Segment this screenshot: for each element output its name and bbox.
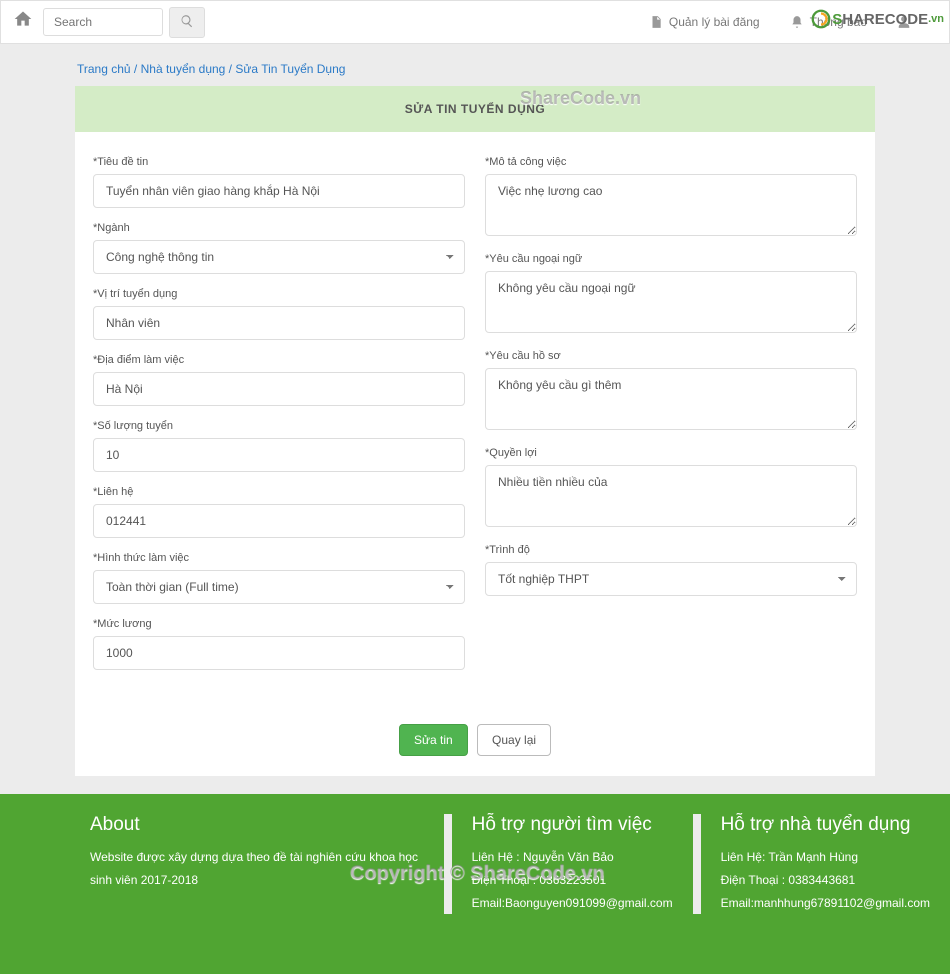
- employer-email: Email:manhhung67891102@gmail.com: [721, 892, 930, 915]
- right-column: *Mô tả công việc Việc nhẹ lương cao *Yêu…: [485, 156, 857, 684]
- edu-select[interactable]: Tốt nghiệp THPT: [485, 562, 857, 596]
- title-label: *Tiêu đề tin: [93, 156, 465, 168]
- desc-label: *Mô tả công việc: [485, 156, 857, 168]
- save-button[interactable]: Sửa tin: [399, 724, 468, 756]
- search-icon: [180, 14, 194, 28]
- topbar: Quản lý bài đăng Thông báo: [0, 0, 950, 44]
- industry-select[interactable]: Công nghệ thông tin: [93, 240, 465, 274]
- search-input[interactable]: [43, 8, 163, 36]
- salary-label: *Mức lương: [93, 618, 465, 630]
- position-input[interactable]: [93, 306, 465, 340]
- breadcrumb-home[interactable]: Trang chủ: [77, 62, 131, 76]
- salary-input[interactable]: [93, 636, 465, 670]
- benefit-textarea[interactable]: Nhiều tiền nhiều của: [485, 465, 857, 527]
- employer-contact: Liên Hệ: Trần Mạnh Hùng: [721, 846, 930, 869]
- logo-icon: [810, 8, 832, 30]
- desc-textarea[interactable]: Việc nhẹ lương cao: [485, 174, 857, 236]
- quantity-input[interactable]: [93, 438, 465, 472]
- home-icon[interactable]: [13, 9, 33, 35]
- benefit-label: *Quyền lợi: [485, 447, 857, 459]
- cv-textarea[interactable]: Không yêu cầu gì thêm: [485, 368, 857, 430]
- document-icon: [649, 15, 663, 29]
- manage-posts-link[interactable]: Quản lý bài đăng: [649, 15, 760, 29]
- employer-phone: Điện Thoại : 0383443681: [721, 869, 930, 892]
- breadcrumb: Trang chủ / Nhà tuyển dụng / Sửa Tin Tuy…: [75, 54, 875, 86]
- industry-label: *Ngành: [93, 222, 465, 234]
- sharecode-logo: SHARECODE.vn: [810, 8, 944, 30]
- lang-label: *Yêu cầu ngoại ngữ: [485, 253, 857, 265]
- watermark-top: ShareCode.vn: [520, 88, 641, 109]
- watermark-bottom: Copyright © ShareCode.vn: [350, 862, 605, 885]
- bell-icon: [790, 15, 804, 29]
- breadcrumb-employer[interactable]: Nhà tuyển dụng: [141, 62, 226, 76]
- back-button[interactable]: Quay lại: [477, 724, 551, 756]
- form-card: SỬA TIN TUYỂN DỤNG *Tiêu đề tin *Ngành C…: [75, 86, 875, 776]
- quantity-label: *Số lượng tuyển: [93, 420, 465, 432]
- manage-posts-label: Quản lý bài đăng: [669, 15, 760, 29]
- location-label: *Địa điểm làm việc: [93, 354, 465, 366]
- contact-input[interactable]: [93, 504, 465, 538]
- footer-employer: Hỗ trợ nhà tuyển dụng Liên Hệ: Trần Mạnh…: [693, 814, 950, 914]
- worktype-label: *Hình thức làm việc: [93, 552, 465, 564]
- about-title: About: [90, 814, 424, 836]
- position-label: *Vị trí tuyển dụng: [93, 288, 465, 300]
- worktype-select[interactable]: Toàn thời gian (Full time): [93, 570, 465, 604]
- location-input[interactable]: [93, 372, 465, 406]
- title-input[interactable]: [93, 174, 465, 208]
- breadcrumb-current: Sửa Tin Tuyển Dụng: [235, 62, 345, 76]
- employer-title: Hỗ trợ nhà tuyển dụng: [721, 814, 930, 836]
- form-buttons: Sửa tin Quay lại: [75, 724, 875, 756]
- cv-label: *Yêu cầu hồ sơ: [485, 350, 857, 362]
- contact-label: *Liên hệ: [93, 486, 465, 498]
- page-title: SỬA TIN TUYỂN DỤNG: [75, 86, 875, 132]
- search-button[interactable]: [169, 7, 205, 38]
- seeker-title: Hỗ trợ người tìm việc: [472, 814, 673, 836]
- left-column: *Tiêu đề tin *Ngành Công nghệ thông tin …: [93, 156, 465, 684]
- lang-textarea[interactable]: Không yêu cầu ngoại ngữ: [485, 271, 857, 333]
- seeker-email: Email:Baonguyen091099@gmail.com: [472, 892, 673, 915]
- edu-label: *Trình độ: [485, 544, 857, 556]
